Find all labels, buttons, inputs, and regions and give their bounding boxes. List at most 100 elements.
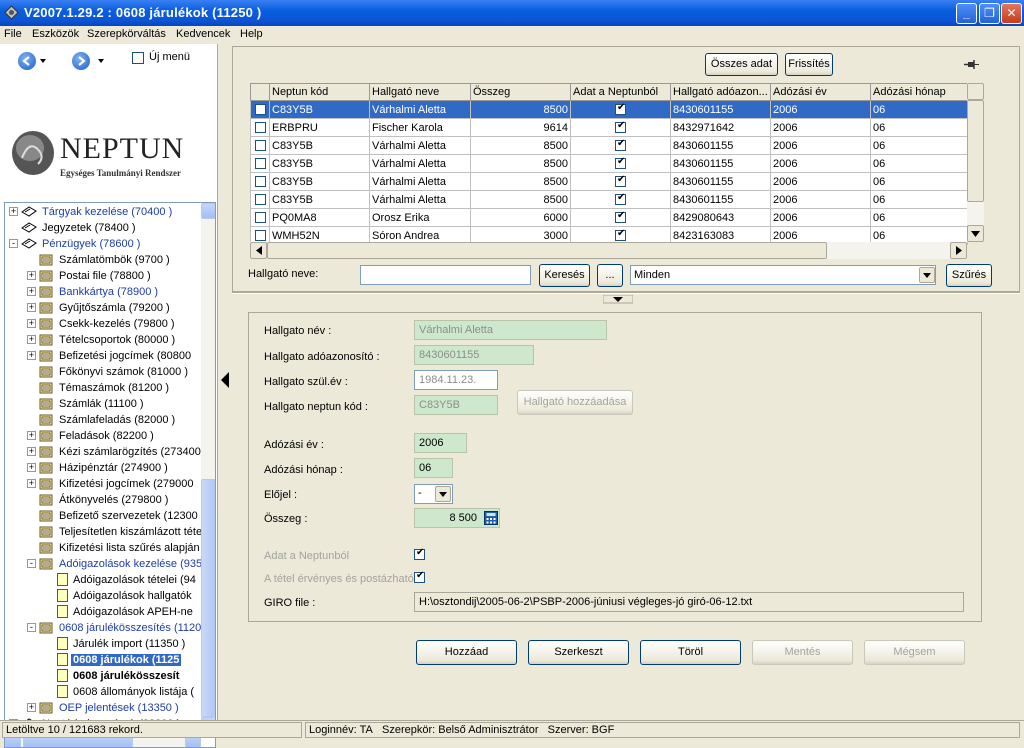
- cell-hallgato-neve[interactable]: Fischer Karola: [369, 118, 471, 137]
- tree-expand-icon[interactable]: +: [27, 703, 36, 712]
- cell-adoazonosito[interactable]: 8432971642: [670, 118, 771, 137]
- filter-combo-arrow[interactable]: [919, 267, 935, 283]
- row-select-checkbox[interactable]: [254, 104, 266, 116]
- cell-hallgato-neve[interactable]: Várhalmi Aletta: [369, 154, 471, 173]
- row-select-checkbox[interactable]: [254, 140, 266, 152]
- grid-horizontal-scrollbar[interactable]: [250, 242, 967, 259]
- neptun-kod-field[interactable]: C83Y5B: [414, 395, 498, 415]
- tree-item[interactable]: Házipénztár (274900 ): [39, 460, 170, 476]
- frissites-button[interactable]: Frissítés: [785, 53, 833, 76]
- tetel-ervenyes-checkbox[interactable]: [414, 570, 425, 583]
- maximize-button[interactable]: ❐: [979, 3, 1000, 24]
- tree-item[interactable]: Kifizetési lista szűrés alapján: [39, 540, 202, 556]
- tree-item[interactable]: Adóigazolások APEH-ne: [57, 604, 195, 620]
- adoazon-field[interactable]: 8430601155: [414, 345, 534, 365]
- cell-select[interactable]: [250, 136, 270, 155]
- cell-adat-neptunbol[interactable]: [570, 172, 671, 191]
- menu-szerepkorvaltas[interactable]: Szerepkörváltás: [87, 28, 166, 40]
- col-hallgato-neve[interactable]: Hallgató neve: [369, 83, 471, 101]
- tree-item[interactable]: Befizetési jogcímek (80800: [39, 348, 193, 364]
- tree-expand-icon[interactable]: +: [27, 319, 36, 328]
- row-select-checkbox[interactable]: [254, 176, 266, 188]
- tree-item[interactable]: Tételcsoportok (80000 ): [39, 332, 177, 348]
- minimize-button[interactable]: _: [956, 3, 977, 24]
- elojel-combo[interactable]: -: [414, 484, 453, 504]
- cell-osszeg[interactable]: 8500: [470, 154, 571, 173]
- tree-item[interactable]: 0608 állományok listája (: [57, 684, 196, 700]
- cell-adozasi-honap[interactable]: 06: [870, 136, 968, 155]
- cell-osszeg[interactable]: 8500: [470, 136, 571, 155]
- tree-item[interactable]: Bankkártya (78900 ): [39, 284, 160, 300]
- col-adoazonosito[interactable]: Hallgató adóazon...: [670, 83, 771, 101]
- cell-adozasi-ev[interactable]: 2006: [770, 190, 871, 209]
- cell-neptun-kod[interactable]: C83Y5B: [269, 100, 370, 119]
- cell-select[interactable]: [250, 190, 270, 209]
- cell-hallgato-neve[interactable]: Orosz Erika: [369, 208, 471, 227]
- cell-adoazonosito[interactable]: 8429080643: [670, 208, 771, 227]
- cell-adozasi-honap[interactable]: 06: [870, 118, 968, 137]
- adozasi-ev-field[interactable]: 2006: [414, 433, 467, 453]
- cell-adozasi-honap[interactable]: 06: [870, 208, 968, 227]
- tree-item[interactable]: Kifizetési jogcímek (279000: [39, 476, 196, 492]
- adat-neptunbol-checkbox[interactable]: [414, 547, 425, 560]
- tree-item[interactable]: Adóigazolások hallgatók: [57, 588, 194, 604]
- tree-item[interactable]: 0608 járulékösszesítés (1120: [39, 620, 203, 636]
- collapse-left-icon[interactable]: [221, 372, 229, 388]
- tree-item[interactable]: Kézi számlarögzítés (273400: [39, 444, 203, 460]
- tree-item[interactable]: Gyűjtőszámla (79200 ): [39, 300, 172, 316]
- uj-menu-checkbox[interactable]: [132, 52, 144, 64]
- panel-splitter[interactable]: [218, 44, 232, 720]
- cell-select[interactable]: [250, 154, 270, 173]
- megsem-button[interactable]: Mégsem: [864, 640, 965, 665]
- szerkeszt-button[interactable]: Szerkeszt: [528, 640, 629, 665]
- kereses-button[interactable]: Keresés: [539, 264, 590, 287]
- table-row[interactable]: C83Y5BVárhalmi Aletta8500 843060115520060…: [250, 190, 968, 209]
- cell-adoazonosito[interactable]: 8430601155: [670, 100, 771, 119]
- tree-item[interactable]: 0608 járulékösszesít: [57, 668, 181, 684]
- cell-neptun-kod[interactable]: C83Y5B: [269, 190, 370, 209]
- cell-neptun-kod[interactable]: PQ0MA8: [269, 208, 370, 227]
- cell-hallgato-neve[interactable]: Várhalmi Aletta: [369, 136, 471, 155]
- tree-item[interactable]: Számlák (11100 ): [39, 396, 146, 412]
- tree-item[interactable]: Főkönyvi számok (81000 ): [39, 364, 190, 380]
- hallgato-neve-input[interactable]: [360, 265, 531, 285]
- tree-item[interactable]: OEP jelentések (13350 ): [39, 700, 181, 716]
- tree-item[interactable]: 0608 járulékok (1125: [57, 652, 182, 668]
- tree-item[interactable]: Teljesítetlen kiszámlázott téte: [39, 524, 204, 540]
- tree-item[interactable]: Feladások (82200 ): [39, 428, 156, 444]
- cell-adozasi-ev[interactable]: 2006: [770, 154, 871, 173]
- cell-adozasi-honap[interactable]: 06: [870, 100, 968, 119]
- grid-scroll-left-button[interactable]: [250, 242, 267, 259]
- row-select-checkbox[interactable]: [254, 212, 266, 224]
- menu-kedvencek[interactable]: Kedvencek: [176, 28, 230, 40]
- tree-item[interactable]: Tárgyak kezelése (70400 ): [21, 204, 174, 220]
- tree-item[interactable]: Befizető szervezetek (12300: [39, 508, 200, 524]
- tree-scroll-thumb[interactable]: [201, 479, 215, 717]
- elojel-combo-arrow[interactable]: [435, 486, 451, 502]
- table-row[interactable]: C83Y5BVárhalmi Aletta8500 843060115520060…: [250, 136, 968, 155]
- cell-select[interactable]: [250, 208, 270, 227]
- grid-scroll-down-button[interactable]: [967, 225, 984, 242]
- row-select-checkbox[interactable]: [254, 122, 266, 134]
- tree-item[interactable]: Számlafeladás (82000 ): [39, 412, 177, 428]
- cell-adoazonosito[interactable]: 8430601155: [670, 154, 771, 173]
- osszes-adat-button[interactable]: Összes adat: [705, 53, 778, 76]
- back-button[interactable]: [18, 52, 36, 70]
- table-row[interactable]: PQ0MA8Orosz Erika6000 8429080643200606: [250, 208, 968, 227]
- cell-adat-neptunbol[interactable]: [570, 118, 671, 137]
- close-button[interactable]: ✕: [1001, 3, 1022, 24]
- grid-scroll-up-button[interactable]: [967, 83, 984, 100]
- grid-hscroll-thumb[interactable]: [267, 242, 827, 259]
- tree-expand-icon[interactable]: +: [27, 335, 36, 344]
- cell-neptun-kod[interactable]: C83Y5B: [269, 154, 370, 173]
- tree-item[interactable]: Csekk-kezelés (79800 ): [39, 316, 177, 332]
- table-row[interactable]: C83Y5BVárhalmi Aletta8500 843060115520060…: [250, 100, 968, 119]
- row-select-checkbox[interactable]: [254, 230, 266, 242]
- filter-combo[interactable]: Minden: [630, 265, 936, 285]
- cell-neptun-kod[interactable]: C83Y5B: [269, 172, 370, 191]
- tree-item[interactable]: Pénzügyek (78600 ): [21, 236, 142, 252]
- tree-expand-icon[interactable]: +: [27, 303, 36, 312]
- table-row[interactable]: C83Y5BVárhalmi Aletta8500 843060115520060…: [250, 154, 968, 173]
- cell-hallgato-neve[interactable]: Várhalmi Aletta: [369, 172, 471, 191]
- forward-button[interactable]: [72, 52, 90, 70]
